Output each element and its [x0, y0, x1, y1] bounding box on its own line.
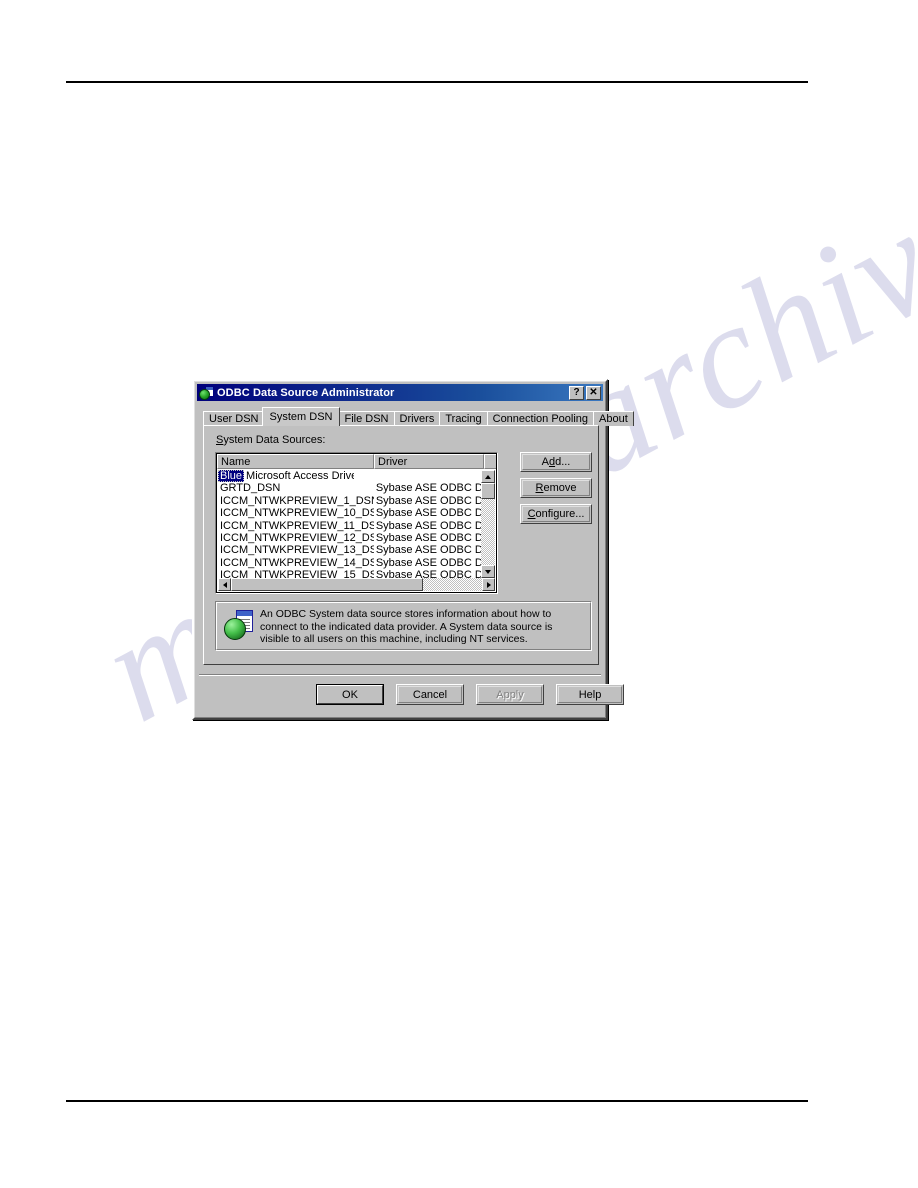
label-rest: ystem Data Sources: [223, 434, 326, 446]
scroll-down-icon[interactable] [481, 565, 495, 578]
add-button-pre: A [541, 456, 549, 468]
remove-button-post: emove [543, 482, 577, 494]
help-text-button[interactable]: Help [556, 684, 624, 705]
system-dsn-tab-page: System Data Sources: Name Driver Blue Mic… [203, 425, 599, 665]
list-rows: Blue Microsoft Access Driver GRTD_DSN Sybas… [218, 470, 483, 578]
list-header-row: Name Driver [217, 454, 496, 469]
vertical-scroll-thumb[interactable] [481, 483, 495, 499]
help-button[interactable]: ? [569, 385, 584, 400]
configure-button[interactable]: Configure... [520, 504, 592, 524]
list-item[interactable]: ICCM_NTWKPREVIEW_12_DSN Sybase ASE ODBC D… [218, 532, 483, 544]
ok-button[interactable]: OK [316, 684, 384, 705]
tab-user-dsn[interactable]: User DSN [203, 411, 265, 426]
vertical-scrollbar[interactable] [481, 470, 495, 578]
add-button-post: d... [555, 456, 571, 468]
description-group: An ODBC System data source stores inform… [215, 601, 592, 651]
tab-strip: User DSN System DSN File DSN Drivers Tra… [203, 407, 634, 426]
page-header-rule [66, 81, 808, 83]
close-icon[interactable]: ✕ [586, 385, 601, 400]
list-item-driver: Sybase ASE ODBC Driv [375, 569, 483, 578]
dialog-button-bar: OK Cancel Apply Help [316, 684, 624, 705]
system-data-sources-label: System Data Sources: [216, 434, 325, 446]
list-item-driver: Sybase ASE ODBC Driv [375, 494, 483, 507]
tab-file-dsn[interactable]: File DSN [338, 411, 395, 426]
tab-about[interactable]: About [593, 411, 634, 426]
ok-button-label: OK [317, 685, 383, 704]
cancel-button[interactable]: Cancel [396, 684, 464, 705]
title-bar[interactable]: ODBC Data Source Administrator ? ✕ [197, 384, 603, 401]
configure-button-post: onfigure... [535, 508, 585, 520]
list-item[interactable]: ICCM_NTWKPREVIEW_15_DSN Sybase ASE ODBC D… [218, 569, 483, 578]
list-item[interactable]: GRTD_DSN Sybase ASE ODBC Driv [218, 482, 483, 494]
tab-connection-pooling[interactable]: Connection Pooling [486, 411, 595, 426]
system-data-sources-list[interactable]: Name Driver Blue Microsoft Access Driver G… [215, 452, 498, 594]
column-header-spacer [484, 454, 496, 469]
tab-tracing[interactable]: Tracing [439, 411, 488, 426]
list-item-name: ICCM_NTWKPREVIEW_10_DSN [220, 507, 374, 520]
odbc-globe-icon [199, 385, 214, 400]
list-item-driver: Sybase ASE ODBC Driv [375, 531, 483, 544]
list-item-driver: Sybase ASE ODBC Driv [375, 556, 483, 569]
page-footer-rule [66, 1100, 808, 1102]
list-item[interactable]: ICCM_NTWKPREVIEW_11_DSN Sybase ASE ODBC D… [218, 520, 483, 532]
window-title: ODBC Data Source Administrator [217, 386, 395, 399]
list-item[interactable]: ICCM_NTWKPREVIEW_10_DSN Sybase ASE ODBC D… [218, 507, 483, 519]
scroll-up-icon[interactable] [481, 470, 495, 483]
list-item-name: ICCM_NTWKPREVIEW_1_DSN [220, 494, 374, 507]
list-item-name: ICCM_NTWKPREVIEW_11_DSN [220, 519, 374, 532]
scroll-right-icon[interactable] [482, 578, 495, 591]
list-item-driver: Sybase ASE ODBC Driv [375, 544, 483, 557]
odbc-data-source-administrator-dialog: ODBC Data Source Administrator ? ✕ User … [192, 379, 634, 720]
remove-button[interactable]: Remove [520, 478, 592, 498]
tab-system-dsn[interactable]: System DSN [261, 407, 341, 426]
list-item-name: ICCM_NTWKPREVIEW_12_DSN [220, 531, 374, 544]
list-item-name: ICCM_NTWKPREVIEW_13_DSN [220, 544, 374, 557]
scroll-left-icon[interactable] [218, 578, 231, 591]
list-item-name: GRTD_DSN [220, 482, 281, 495]
column-header-name[interactable]: Name [217, 454, 374, 469]
add-button[interactable]: Ad d... [520, 452, 592, 472]
tab-drivers[interactable]: Drivers [393, 411, 441, 426]
list-item[interactable]: ICCM_NTWKPREVIEW_1_DSN Sybase ASE ODBC Dr… [218, 495, 483, 507]
bottom-separator [199, 674, 601, 676]
list-item[interactable]: ICCM_NTWKPREVIEW_14_DSN Sybase ASE ODBC D… [218, 557, 483, 569]
list-item[interactable]: Blue Microsoft Access Driver [218, 470, 483, 483]
horizontal-scroll-thumb[interactable] [231, 578, 423, 591]
odbc-globe-document-icon [224, 610, 254, 640]
side-button-group: Ad d... Remove Configure... [520, 452, 592, 530]
apply-button: Apply [476, 684, 544, 705]
list-item-driver: Sybase ASE ODBC Driv [375, 482, 483, 495]
list-item-driver: Sybase ASE ODBC Driv [375, 507, 483, 520]
list-item-driver: Microsoft Access Driver [246, 470, 355, 482]
help-button-label: Help [558, 686, 622, 703]
column-header-driver[interactable]: Driver [374, 454, 484, 469]
list-item-name: Blue [218, 470, 245, 483]
horizontal-scrollbar[interactable] [218, 578, 495, 591]
list-item[interactable]: ICCM_NTWKPREVIEW_13_DSN Sybase ASE ODBC D… [218, 544, 483, 556]
cancel-button-label: Cancel [398, 686, 462, 703]
list-item-name: ICCM_NTWKPREVIEW_14_DSN [220, 556, 374, 569]
list-item-name: ICCM_NTWKPREVIEW_15_DSN [220, 569, 374, 578]
apply-button-label: Apply [478, 686, 542, 703]
remove-button-accel: R [535, 482, 544, 494]
list-item-driver: Sybase ASE ODBC Driv [375, 519, 483, 532]
configure-button-accel: C [527, 508, 536, 520]
description-text: An ODBC System data source stores inform… [260, 608, 553, 645]
